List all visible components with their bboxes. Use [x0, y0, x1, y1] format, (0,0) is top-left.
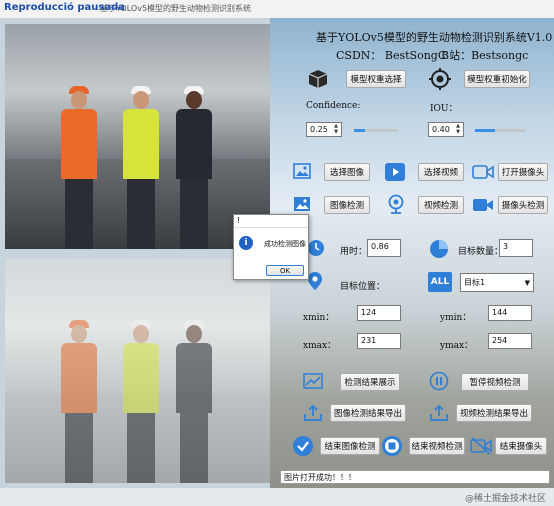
spin-arrows-icon[interactable]: ▲ ▼ — [454, 123, 462, 136]
end-image-detect-button[interactable]: 结束图像检测 — [320, 437, 380, 455]
pie-chart-icon — [428, 238, 450, 260]
webcam-icon[interactable] — [385, 193, 407, 215]
line-chart-icon[interactable] — [302, 372, 324, 390]
open-camera-button[interactable]: 打开摄像头 — [498, 163, 548, 181]
target-icon[interactable] — [428, 68, 452, 90]
target-select[interactable]: 目标1 ▼ — [460, 273, 534, 292]
target-select-value: 目标1 — [464, 278, 486, 287]
detection-result-view — [5, 258, 270, 483]
export-image-button[interactable]: 图像检测结果导出 — [330, 404, 406, 422]
dialog-title-bar: ! — [234, 215, 308, 228]
end-video-detect-button[interactable]: 结束视频检测 — [409, 437, 465, 455]
camera-detect-button[interactable]: 摄像头检测 — [498, 196, 548, 214]
count-field[interactable]: 3 — [499, 239, 533, 257]
iou-value: 0.40 — [432, 125, 450, 134]
export-video-icon[interactable] — [428, 403, 450, 423]
cube-icon[interactable] — [306, 68, 330, 90]
footer-watermark: @稀土掘金技术社区 — [464, 494, 546, 504]
camera-detect-icon[interactable] — [472, 196, 494, 214]
watermark: Reproducció pausada — [4, 2, 125, 13]
person-figure — [122, 86, 160, 249]
time-label: 用时： — [340, 247, 368, 257]
status-bar: 图片打开成功！！！ — [280, 470, 550, 484]
csdn-label: CSDN： BestSongC — [336, 49, 447, 62]
title-bar: 基于YOLOv5模型的野生动物检测识别系统 Reproducció pausad… — [0, 0, 554, 19]
dialog-title: ! — [237, 216, 241, 225]
person-figure — [122, 320, 160, 483]
video-detect-button[interactable]: 视频检测 — [418, 196, 464, 214]
export-video-button[interactable]: 视频检测结果导出 — [456, 404, 532, 422]
ymin-field[interactable]: 144 — [488, 305, 532, 321]
check-circle-icon[interactable] — [291, 434, 315, 458]
iou-spinbox[interactable]: 0.40 ▲ ▼ — [428, 122, 464, 137]
info-icon: i — [239, 236, 253, 250]
show-results-button[interactable]: 检测结果展示 — [340, 373, 400, 391]
select-image-button[interactable]: 选择图像 — [324, 163, 370, 181]
ymin-label: ymin： — [440, 313, 472, 323]
select-video-button[interactable]: 选择视频 — [418, 163, 464, 181]
message-dialog: ! i 成功检测图像 OK — [233, 214, 309, 280]
app-title: 基于YOLOv5模型的野生动物检测识别系统V1.0 — [316, 31, 553, 44]
ymax-field[interactable]: 254 — [488, 333, 532, 349]
iou-slider[interactable] — [475, 129, 525, 132]
ok-button[interactable]: OK — [266, 265, 304, 276]
stop-circle-icon[interactable] — [380, 434, 404, 458]
export-image-icon[interactable] — [302, 403, 324, 423]
confidence-slider[interactable] — [354, 129, 398, 132]
confidence-slider-fill — [354, 129, 365, 132]
spin-arrows-icon[interactable]: ▲ ▼ — [332, 123, 340, 136]
bili-label: B站：Bestsongc — [441, 49, 529, 62]
person-figure — [60, 320, 98, 483]
time-field[interactable]: 0.86 — [367, 239, 401, 257]
image-icon[interactable] — [292, 162, 312, 180]
xmax-field[interactable]: 231 — [357, 333, 401, 349]
xmin-field[interactable]: 124 — [357, 305, 401, 321]
footer-bar: @稀土掘金技术社区 — [0, 488, 554, 506]
person-figure — [175, 86, 213, 249]
clock-icon — [306, 238, 326, 258]
ymax-label: ymax： — [440, 341, 474, 351]
video-camera-icon[interactable] — [472, 163, 494, 181]
xmax-label: xmax： — [303, 341, 337, 351]
model-select-button[interactable]: 模型权重选择 — [346, 70, 406, 88]
end-camera-button[interactable]: 结束摄像头 — [495, 437, 547, 455]
pause-video-button[interactable]: 暂停视频检测 — [461, 373, 529, 391]
iou-label: IOU： — [430, 104, 458, 114]
image-detect-button[interactable]: 图像检测 — [324, 196, 370, 214]
confidence-value: 0.25 — [310, 125, 328, 134]
iou-slider-fill — [475, 129, 495, 132]
confidence-label: Confidence: — [306, 101, 361, 111]
position-label: 目标位置： — [340, 282, 386, 292]
confidence-spinbox[interactable]: 0.25 ▲ ▼ — [306, 122, 342, 137]
dialog-message: 成功检测图像 — [264, 240, 306, 248]
count-label: 目标数量： — [458, 247, 504, 257]
play-icon[interactable] — [384, 162, 406, 182]
person-figure — [60, 86, 98, 249]
xmin-label: xmin： — [303, 313, 335, 323]
chevron-down-icon: ▼ — [524, 278, 530, 287]
all-icon: ALL — [428, 272, 452, 292]
image-detect-icon[interactable] — [292, 195, 312, 213]
pause-icon[interactable] — [428, 370, 450, 392]
original-image-view — [5, 24, 270, 249]
camera-off-icon[interactable] — [469, 435, 493, 457]
model-init-button[interactable]: 模型权重初始化 — [464, 70, 530, 88]
person-figure — [175, 320, 213, 483]
